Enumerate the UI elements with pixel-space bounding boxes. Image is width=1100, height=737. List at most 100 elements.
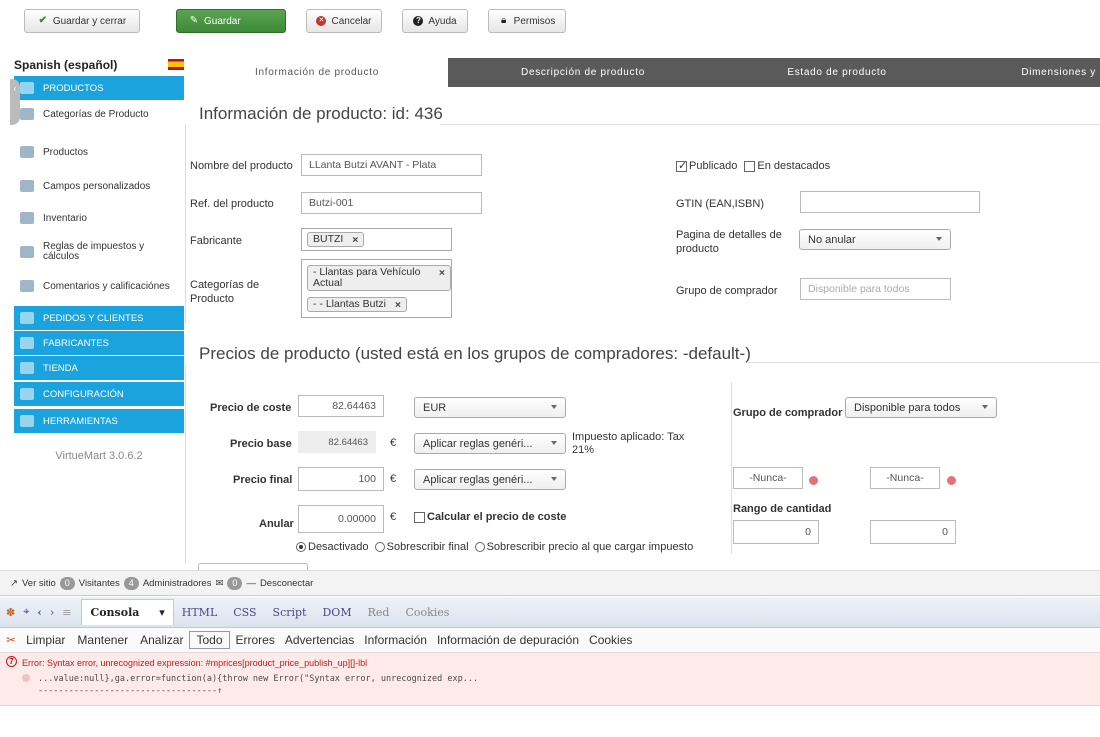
sidebar-item-manufacturers[interactable]: FABRICANTES — [14, 331, 184, 355]
radio-override-final[interactable] — [374, 542, 385, 553]
filter-debug[interactable]: Información de depuración — [437, 633, 579, 647]
filter-info[interactable]: Información — [364, 633, 427, 647]
product-name-input[interactable]: LLanta Butzi AVANT - Plata — [301, 154, 482, 176]
tax-applied-text: Impuesto aplicado: Tax 21% — [572, 431, 685, 456]
tab-script[interactable]: Script — [273, 606, 307, 619]
publish-up-input[interactable]: -Nunca- — [733, 467, 803, 489]
base-price-label: Precio base — [230, 438, 292, 450]
quantity-range-label: Rango de cantidad — [733, 503, 832, 515]
product-info-title: Información de producto: id: 436 — [199, 104, 443, 123]
calc-cost-checkbox[interactable] — [414, 511, 425, 523]
divider — [185, 124, 186, 324]
calc-cost-option[interactable]: Calcular el precio de coste — [414, 511, 566, 523]
clear-date-icon[interactable] — [809, 476, 818, 485]
sidebar-item-product-list[interactable]: Productos — [14, 146, 184, 158]
clear-date-icon[interactable] — [947, 476, 956, 485]
chevron-down-icon — [982, 405, 988, 409]
tab-dom[interactable]: DOM — [322, 606, 351, 619]
rules-select-2[interactable]: Aplicar reglas genéri... — [414, 469, 566, 490]
sidebar-item-shop[interactable]: TIENDA — [14, 356, 184, 380]
visitors-label: Visitantes — [78, 577, 120, 589]
remove-chip-icon[interactable]: × — [395, 300, 401, 311]
sidebar-item-products[interactable]: PRODUCTOS — [14, 76, 184, 100]
tab-product-description[interactable]: Descripción de producto — [448, 58, 718, 87]
currency-select[interactable]: EUR — [414, 397, 566, 418]
filter-profile[interactable]: Analizar — [140, 633, 183, 647]
tab-dimensions[interactable]: Dimensiones y — [956, 58, 1100, 87]
featured-checkbox[interactable] — [744, 160, 756, 172]
manufacturer-select[interactable]: BUTZI × — [301, 228, 452, 251]
sidebar-item-inventory[interactable]: Inventario — [14, 212, 184, 224]
firebug-icon[interactable]: ✽ — [6, 606, 15, 619]
divider — [440, 124, 1100, 125]
divider — [731, 382, 732, 554]
category-chip: - Llantas para Vehículo Actual × — [307, 265, 451, 291]
logout-link[interactable]: Desconectar — [260, 578, 313, 589]
cancel-button[interactable]: ✕ Cancelar — [306, 9, 382, 33]
help-icon: ? — [413, 16, 424, 26]
tab-console[interactable]: Consola ▾ — [81, 599, 174, 625]
filter-cookies[interactable]: Cookies — [589, 633, 632, 647]
inspect-icon[interactable]: ⌖ — [23, 605, 29, 619]
permissions-button[interactable]: 🔒︎ Permisos — [488, 9, 566, 33]
sidebar-item-configuration[interactable]: CONFIGURACIÓN — [14, 382, 184, 406]
sidebar-item-tax-rules[interactable]: Reglas de impuestos y cálculos — [14, 242, 184, 262]
publish-down-input[interactable]: -Nunca- — [870, 467, 940, 489]
chevron-down-icon — [551, 441, 557, 445]
quantity-from-input[interactable]: 0 — [733, 520, 819, 544]
sidebar-item-tools[interactable]: HERRAMIENTAS — [14, 409, 184, 433]
quantity-to-input[interactable]: 0 — [870, 520, 956, 544]
sidebar-item-categories[interactable]: Categorías de Producto — [14, 108, 184, 120]
help-button[interactable]: ? Ayuda — [402, 9, 468, 33]
forward-icon[interactable]: › — [50, 606, 54, 619]
remove-chip-icon[interactable]: × — [352, 235, 358, 246]
published-checkbox[interactable] — [676, 159, 687, 172]
price-shopper-group-select[interactable]: Disponible para todos — [845, 397, 997, 418]
edit-icon: ✎ — [189, 15, 199, 26]
devtools-toolbar: ✽ ⌖ ‹ › ≡ Consola ▾ HTML CSS Script DOM … — [0, 597, 1100, 628]
remove-chip-icon[interactable]: × — [439, 268, 445, 279]
list-icon[interactable]: ≡ — [62, 606, 71, 619]
filter-persist[interactable]: Mantener — [77, 633, 128, 647]
sidebar-item-orders[interactable]: PEDIDOS Y CLIENTES — [14, 306, 184, 330]
product-sku-input[interactable]: Butzi-001 — [301, 192, 482, 214]
mail-icon: ✉ — [215, 577, 224, 589]
filter-clear[interactable]: Limpiar — [26, 633, 65, 647]
shopper-group-input[interactable]: Disponible para todos — [800, 278, 951, 300]
filter-warnings[interactable]: Advertencias — [285, 633, 354, 647]
tab-product-info[interactable]: Información de producto — [186, 58, 448, 87]
final-price-input[interactable]: 100 — [298, 467, 384, 491]
euro-symbol: € — [390, 473, 397, 485]
products-icon — [20, 82, 34, 94]
filter-all[interactable]: Todo — [189, 631, 230, 649]
sidebar-item-custom-fields[interactable]: Campos personalizados — [14, 180, 184, 192]
radio-override-tax[interactable] — [474, 542, 485, 553]
rules-select-1[interactable]: Aplicar reglas genéri... — [414, 433, 566, 454]
save-button[interactable]: ✎ Guardar — [176, 9, 286, 33]
details-page-select[interactable]: No anular — [799, 229, 951, 250]
tab-product-status[interactable]: Estado de producto — [718, 58, 956, 87]
clear-icon[interactable]: ✂ — [6, 633, 16, 647]
error-message[interactable]: Error: Syntax error, unrecognized expres… — [22, 658, 367, 668]
save-and-close-button[interactable]: ✔ Guardar y cerrar — [24, 9, 140, 33]
back-icon[interactable]: ‹ — [37, 606, 41, 619]
filter-errors[interactable]: Errores — [236, 633, 275, 647]
details-page-label: Pagina de detalles de producto — [676, 229, 782, 255]
tab-css[interactable]: CSS — [233, 606, 256, 619]
radio-disabled[interactable] — [296, 542, 306, 553]
tab-html[interactable]: HTML — [182, 606, 218, 619]
cost-price-input[interactable]: 82.64463 — [298, 395, 384, 417]
manufacturers-icon — [20, 337, 34, 349]
language-label: Spanish (español) — [14, 58, 118, 72]
categories-select[interactable]: - Llantas para Vehículo Actual × - - Llan… — [301, 259, 452, 318]
gtin-input[interactable] — [800, 191, 980, 213]
published-option[interactable]: Publicado En destacados — [676, 159, 830, 172]
sidebar-collapse-handle[interactable]: ‹ — [10, 79, 20, 125]
override-price-input[interactable]: 0.00000 — [298, 505, 384, 533]
tab-net[interactable]: Red — [368, 606, 390, 619]
sidebar-item-comments[interactable]: Comentarios y calificaciónes — [14, 280, 184, 292]
view-site-link[interactable]: Ver sitio — [22, 578, 56, 589]
toolbar: ✔ Guardar y cerrar ✎ Guardar ✕ Cancelar ? Ay… — [0, 0, 1100, 44]
chevron-down-icon — [551, 477, 557, 481]
tab-cookies[interactable]: Cookies — [405, 606, 449, 619]
